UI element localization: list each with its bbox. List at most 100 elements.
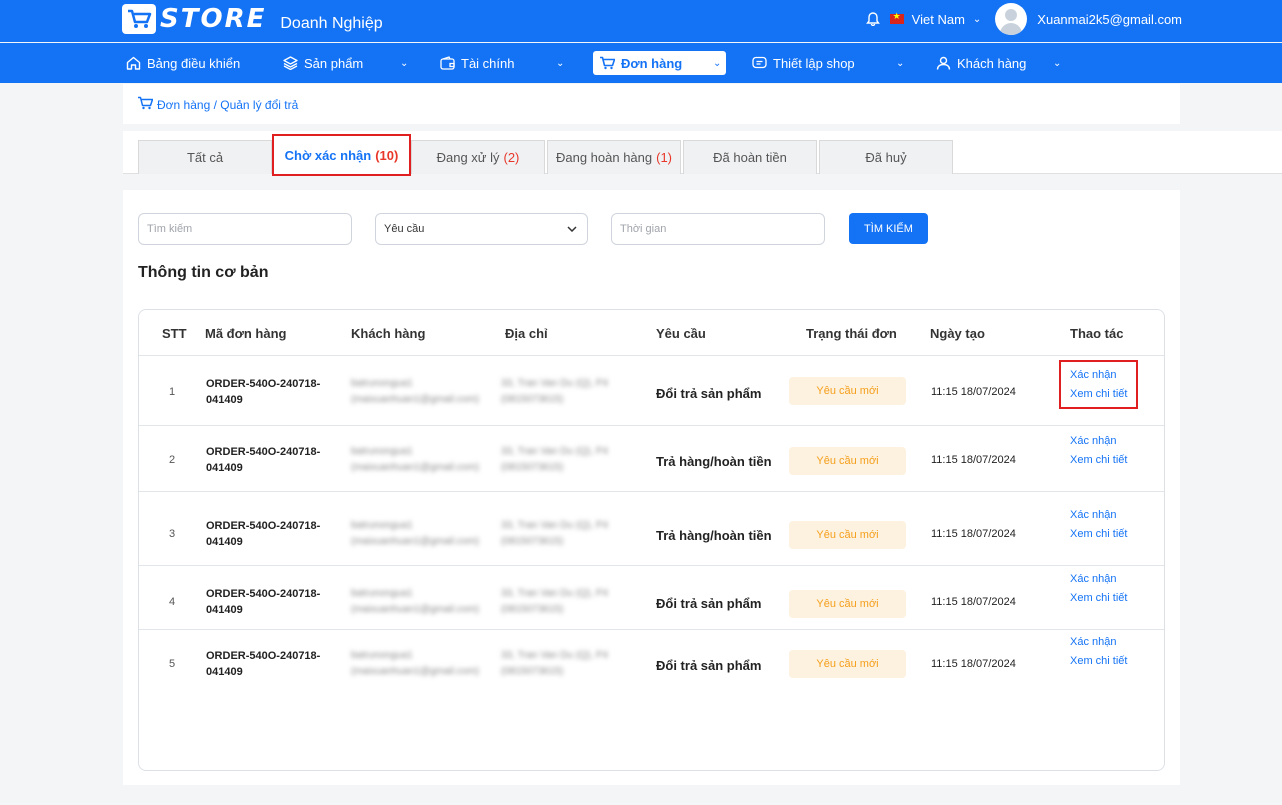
search-button[interactable]: TÌM KIẾM — [849, 213, 928, 244]
address-phone: (0815073615) — [501, 536, 564, 547]
chevron-down-icon: ⌄ — [1053, 57, 1062, 69]
address-phone: (0815073615) — [501, 666, 564, 677]
nav-item-shop-settings[interactable]: Thiết lập shop ⌄ — [752, 51, 904, 75]
table-row: 3 ORDER-540O-240718- 041409 batrunongua1 (… — [139, 492, 1164, 566]
chevron-down-icon: ⌄ — [400, 57, 409, 69]
returns-table: STT Mã đơn hàng Khách hàng Địa chỉ Yêu c… — [138, 309, 1165, 771]
tab-label: Đang hoàn hàng — [555, 150, 653, 165]
view-detail-link[interactable]: Xem chi tiết — [1070, 592, 1127, 604]
request-select[interactable]: Yêu cầu — [375, 213, 588, 245]
customer-email: (maixuanhuan1@gmail.com) — [351, 604, 479, 615]
row-actions: Xác nhận Xem chi tiết — [1070, 570, 1127, 608]
user-email[interactable]: Xuanmai2k5@gmail.com — [1037, 12, 1182, 27]
request-type: Trả hàng/hoàn tiền — [656, 454, 772, 469]
row-stt: 4 — [169, 596, 176, 608]
order-code-line2: 041409 — [206, 462, 243, 474]
tab-all[interactable]: Tất cả — [138, 140, 272, 174]
nav-item-customers[interactable]: Khách hàng ⌄ — [936, 51, 1062, 75]
view-detail-link[interactable]: Xem chi tiết — [1070, 388, 1127, 400]
cart-icon — [599, 56, 615, 70]
created-date: 11:15 18/07/2024 — [931, 658, 1016, 670]
address-info: 33, Tran Van Du (Q), P4 (0815073615) — [501, 586, 608, 618]
avatar[interactable] — [995, 3, 1028, 35]
confirm-link[interactable]: Xác nhận — [1070, 509, 1116, 521]
header-address: Địa chỉ — [505, 326, 548, 341]
request-type: Đổi trả sản phẩm — [656, 386, 762, 401]
order-code[interactable]: ORDER-540O-240718- 041409 — [206, 376, 320, 408]
order-code[interactable]: ORDER-540O-240718- 041409 — [206, 444, 320, 476]
tab-label: Chờ xác nhận — [284, 147, 372, 163]
order-code[interactable]: ORDER-540O-240718- 041409 — [206, 518, 320, 550]
confirm-link[interactable]: Xác nhận — [1070, 636, 1116, 648]
order-code[interactable]: ORDER-540O-240718- 041409 — [206, 586, 320, 618]
address-line: 33, Tran Van Du (Q), P4 — [501, 650, 609, 661]
row-stt: 3 — [169, 528, 176, 540]
language-select[interactable]: Viet Nam — [912, 12, 965, 27]
order-code-line1: ORDER-540O-240718- — [206, 520, 321, 532]
home-icon — [126, 56, 141, 70]
nav-item-dashboard[interactable]: Bảng điều khiển — [126, 51, 240, 75]
request-type: Đổi trả sản phẩm — [656, 658, 762, 673]
nav-item-label: Đơn hàng — [621, 55, 683, 71]
tab-count: (10) — [375, 147, 399, 163]
nav-item-finance[interactable]: Tài chính ⌄ — [440, 51, 566, 75]
confirm-link[interactable]: Xác nhận — [1070, 369, 1116, 381]
header-status: Trạng thái đơn — [806, 326, 897, 341]
address-line: 33, Tran Van Du (Q), P4 — [501, 588, 609, 599]
address-phone: (0815073615) — [501, 604, 564, 615]
tab-returning[interactable]: Đang hoàn hàng (1) — [547, 140, 681, 174]
customer-info: batrunongua1 (maixuanhuan1@gmail.com) — [351, 586, 479, 618]
nav-item-products[interactable]: Sản phẩm ⌄ — [283, 51, 411, 75]
row-stt: 5 — [169, 658, 176, 670]
customer-email: (maixuanhuan1@gmail.com) — [351, 666, 479, 677]
tab-count: (2) — [503, 150, 520, 165]
tab-label: Đang xử lý — [436, 150, 500, 165]
view-detail-link[interactable]: Xem chi tiết — [1070, 528, 1127, 540]
row-actions: Xác nhận Xem chi tiết — [1070, 506, 1127, 544]
tab-cancelled[interactable]: Đã huỷ — [819, 140, 953, 174]
table-row: 2 ORDER-540O-240718- 041409 batrunongua1 (… — [139, 426, 1164, 492]
address-line: 33, Tran Van Du (Q), P4 — [501, 378, 609, 389]
customer-email: (maixuanhuan1@gmail.com) — [351, 536, 479, 547]
view-detail-link[interactable]: Xem chi tiết — [1070, 655, 1127, 667]
customer-email: (maixuanhuan1@gmail.com) — [351, 394, 479, 405]
tab-refunded[interactable]: Đã hoàn tiền — [683, 140, 817, 174]
confirm-link[interactable]: Xác nhận — [1070, 435, 1116, 447]
status-badge: Yêu cầu mới — [789, 521, 906, 549]
tab-label: Đã huỷ — [865, 150, 907, 165]
address-info: 33, Tran Van Du (Q), P4 (0815073615) — [501, 444, 608, 476]
nav-item-orders[interactable]: Đơn hàng ⌄ — [593, 51, 726, 75]
section-title: Thông tin cơ bản — [138, 264, 269, 281]
header-request: Yêu cầu — [656, 326, 706, 341]
view-detail-link[interactable]: Xem chi tiết — [1070, 454, 1127, 466]
order-code-line2: 041409 — [206, 666, 243, 678]
chevron-down-icon[interactable]: ⌄ — [973, 14, 981, 25]
time-input[interactable]: Thời gian — [611, 213, 825, 245]
header-created-date: Ngày tạo — [930, 326, 985, 341]
address-phone: (0815073615) — [501, 462, 564, 473]
order-code-line1: ORDER-540O-240718- — [206, 446, 321, 458]
order-code-line1: ORDER-540O-240718- — [206, 650, 321, 662]
breadcrumb[interactable]: Đơn hàng / Quản lý đổi trả — [137, 96, 298, 113]
customer-info: batrunongua1 (maixuanhuan1@gmail.com) — [351, 518, 479, 550]
bell-icon[interactable] — [865, 10, 880, 29]
breadcrumb-bar: Đơn hàng / Quản lý đổi trả — [123, 84, 1180, 124]
request-type: Trả hàng/hoàn tiền — [656, 528, 772, 543]
header-stt: STT — [162, 326, 187, 341]
confirm-link[interactable]: Xác nhận — [1070, 573, 1116, 585]
tab-processing[interactable]: Đang xử lý (2) — [411, 140, 545, 174]
nav-item-label: Bảng điều khiển — [147, 55, 241, 71]
search-input[interactable]: Tìm kiếm — [138, 213, 352, 245]
customer-name: batrunongua1 — [351, 650, 413, 661]
address-phone: (0815073615) — [501, 394, 564, 405]
top-right-area: Viet Nam ⌄ Xuanmai2k5@gmail.com — [865, 0, 1182, 38]
customer-info: batrunongua1 (maixuanhuan1@gmail.com) — [351, 444, 479, 476]
customer-name: batrunongua1 — [351, 520, 413, 531]
nav-item-label: Tài chính — [461, 55, 515, 71]
tab-pending-confirmation[interactable]: Chờ xác nhận (10) — [272, 134, 411, 176]
order-code[interactable]: ORDER-540O-240718- 041409 — [206, 648, 320, 680]
logo[interactable]: STORE Doanh Nghiệp — [122, 4, 383, 34]
status-badge: Yêu cầu mới — [789, 377, 906, 405]
header-order-code: Mã đơn hàng — [205, 326, 287, 341]
user-icon — [936, 56, 951, 70]
